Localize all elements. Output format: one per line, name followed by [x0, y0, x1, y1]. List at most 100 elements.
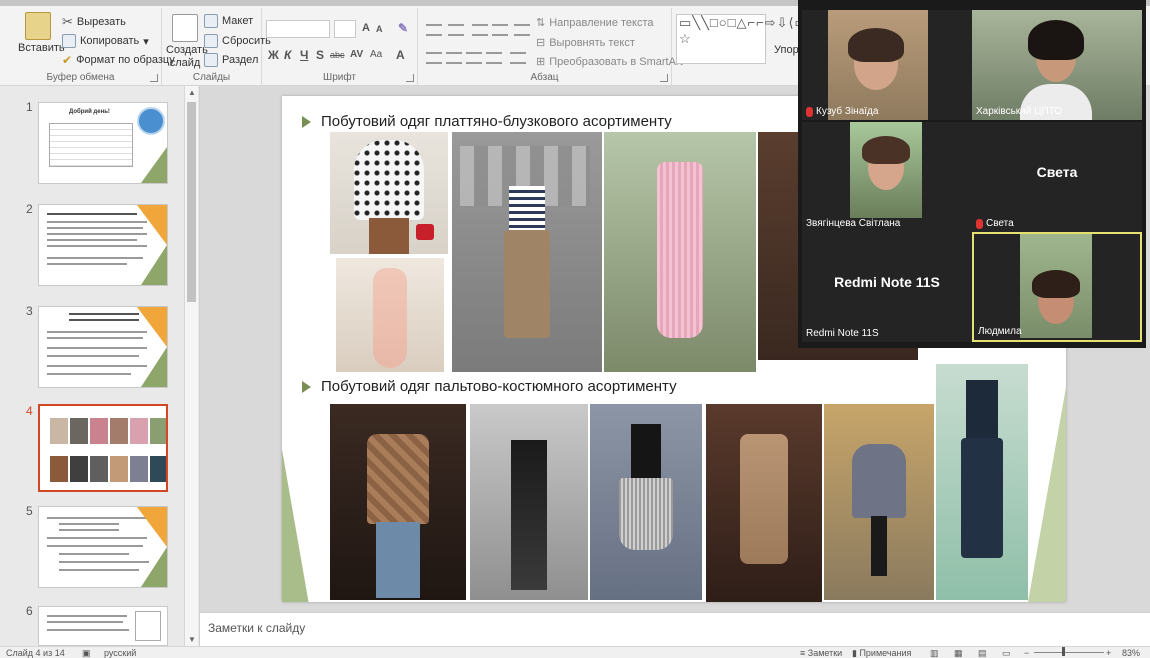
notes-pane[interactable]: Заметки к слайду	[200, 612, 1150, 646]
participant-big-name: Света	[1036, 164, 1078, 180]
slide-thumbnail-6[interactable]	[38, 606, 168, 646]
layout-button[interactable]: Макет	[204, 14, 253, 28]
comments-toggle-button[interactable]: ▮ Примечания	[852, 648, 911, 658]
copy-icon	[62, 34, 76, 48]
line-spacing-icon[interactable]	[514, 24, 530, 36]
slide-thumbnail-1[interactable]: Добрий день!	[38, 102, 168, 184]
participant-tile-active-speaker[interactable]: Людмила	[972, 232, 1142, 342]
normal-view-icon[interactable]: ▥	[930, 648, 939, 658]
globe-logo-icon	[137, 107, 165, 135]
font-name-select[interactable]	[266, 20, 330, 38]
video-feed	[1020, 234, 1092, 338]
copy-button[interactable]: Копировать ▾	[62, 34, 149, 48]
shadow-button[interactable]: S	[316, 48, 324, 62]
scroll-down-icon[interactable]: ▼	[188, 635, 196, 644]
participant-tile[interactable]: Харківський ЦПТО	[972, 10, 1142, 120]
layout-icon	[204, 14, 218, 28]
align-right-icon[interactable]	[466, 52, 482, 64]
new-slide-icon	[172, 14, 198, 42]
thumb-line	[59, 529, 119, 531]
slide-thumbnails-pane: 1 Добрий день! 2 3 4 5 6 ▲ ▼	[0, 86, 200, 646]
font-size-select[interactable]	[334, 20, 356, 38]
thumb-decor	[137, 507, 167, 547]
notes-toggle-button[interactable]: ≡ Заметки	[800, 648, 842, 658]
clipboard-caption: Буфер обмена	[46, 72, 115, 83]
section-button[interactable]: Раздел	[204, 53, 258, 67]
font-caption: Шрифт	[323, 72, 356, 83]
slide-heading-2[interactable]: Побутовий одяг пальтово-костюмного асорт…	[302, 378, 677, 395]
zoom-slider-thumb[interactable]	[1062, 647, 1065, 656]
thumb-line	[47, 227, 143, 229]
reading-view-icon[interactable]: ▤	[978, 648, 987, 658]
shapes-gallery[interactable]: ▭╲╲□○□△⌐⌐⇨⇩⟨▭⌐⌐⌒{}☆	[676, 14, 849, 64]
scrollbar-thumb[interactable]	[187, 102, 196, 302]
increase-indent-icon[interactable]	[492, 24, 508, 36]
paragraph-group: ⇅ Направление текста ⊟ Выровнять текст ⊞…	[418, 8, 683, 86]
format-painter-button[interactable]: ✔ Формат по образцу	[62, 53, 175, 67]
zoom-out-icon[interactable]: −	[1024, 648, 1029, 658]
char-spacing-button[interactable]: AV	[350, 49, 363, 60]
thumbnails-scrollbar[interactable]: ▲ ▼	[184, 86, 198, 646]
participant-tile[interactable]: Кузуб Зінаїда	[802, 10, 972, 120]
participant-name: Звягінцева Світлана	[806, 218, 900, 229]
strikethrough-button[interactable]: abc	[330, 50, 345, 60]
participant-tile[interactable]: Redmi Note 11S Redmi Note 11S	[802, 232, 972, 342]
scroll-up-icon[interactable]: ▲	[188, 88, 196, 97]
participant-name-text: Света	[986, 218, 1014, 229]
numbering-icon[interactable]	[448, 24, 464, 36]
font-launcher-icon[interactable]	[406, 74, 414, 82]
change-case-button[interactable]: Aa	[370, 49, 382, 60]
zoom-in-icon[interactable]: +	[1106, 648, 1111, 658]
italic-button[interactable]: К	[284, 48, 291, 62]
figure	[511, 440, 547, 590]
align-left-icon[interactable]	[426, 52, 442, 64]
mini-photo	[150, 418, 166, 444]
text-direction-button[interactable]: ⇅ Направление текста	[536, 16, 654, 30]
arrange-button[interactable]: Упор	[774, 44, 799, 56]
grow-font-button[interactable]: A	[362, 22, 370, 34]
thumb-line	[47, 233, 147, 235]
align-text-button[interactable]: ⊟ Выровнять текст	[536, 36, 635, 50]
participant-tile[interactable]: Света Света	[972, 122, 1142, 232]
clear-format-icon[interactable]: ✎	[398, 21, 408, 35]
justify-icon[interactable]	[486, 52, 502, 64]
hair	[862, 136, 910, 164]
slide-decor-left	[282, 392, 312, 602]
slide-thumbnail-2[interactable]	[38, 204, 168, 286]
thumb-line	[59, 553, 129, 555]
align-center-icon[interactable]	[446, 52, 462, 64]
smartart-button[interactable]: ⊞ Преобразовать в SmartArt	[536, 55, 683, 69]
mini-photo	[90, 456, 108, 482]
bullet-arrow-icon	[302, 115, 311, 128]
paste-button[interactable]: Вставить	[18, 12, 65, 54]
cut-button[interactable]: ✂ Вырезать	[62, 14, 126, 30]
bullets-icon[interactable]	[426, 24, 442, 36]
zoom-slider[interactable]	[1034, 652, 1104, 653]
reset-button[interactable]: Сбросить	[204, 34, 271, 48]
mini-photo	[130, 456, 148, 482]
paragraph-launcher-icon[interactable]	[660, 74, 668, 82]
layout-label: Макет	[222, 15, 254, 27]
paste-icon	[25, 12, 51, 40]
clipboard-launcher-icon[interactable]	[150, 74, 158, 82]
slide-thumbnail-3[interactable]	[38, 306, 168, 388]
slideshow-icon[interactable]: ▭	[1002, 648, 1011, 658]
new-slide-button[interactable]: Создать слайд	[166, 14, 208, 70]
language-label[interactable]: русский	[104, 648, 136, 658]
bold-button[interactable]: Ж	[268, 48, 279, 62]
thumb-line	[47, 263, 127, 265]
participant-tile[interactable]: Звягінцева Світлана	[802, 122, 972, 232]
columns-icon[interactable]	[510, 52, 526, 64]
decrease-indent-icon[interactable]	[472, 24, 488, 36]
shrink-font-button[interactable]: A	[376, 24, 383, 34]
slide-heading-1[interactable]: Побутовий одяг платтяно-блузкового асорт…	[302, 113, 672, 130]
slide-sorter-icon[interactable]: ▦	[954, 648, 963, 658]
underline-button[interactable]: Ч	[300, 48, 308, 62]
font-color-button[interactable]: A	[396, 48, 405, 62]
slide-thumbnail-4[interactable]	[38, 404, 168, 492]
slide-thumbnail-5[interactable]	[38, 506, 168, 588]
zoom-level[interactable]: 83%	[1122, 648, 1140, 658]
spellcheck-icon[interactable]: ▣	[82, 648, 91, 658]
video-gallery[interactable]: Кузуб Зінаїда Харківський ЦПТО Звягінцев…	[798, 0, 1146, 348]
participant-name-text: Звягінцева Світлана	[806, 218, 901, 229]
